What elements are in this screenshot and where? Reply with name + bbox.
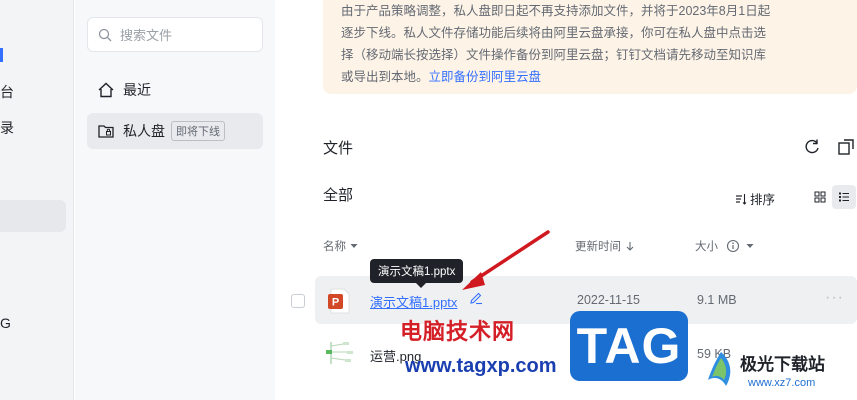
search-placeholder: 搜索文件 [120, 28, 173, 43]
search-icon [98, 28, 112, 41]
folder-lock-icon [98, 125, 114, 138]
column-header-name-label: 名称 [323, 241, 346, 253]
sidebar-item-label: 私人盘 [123, 123, 165, 139]
section-title: 文件 [323, 140, 354, 157]
sidebar-item-label: 最近 [123, 82, 151, 98]
file-date: 2022-11-15 [577, 293, 641, 307]
notice-text-4: 或导出到本地。立即备份到阿里云盘 [341, 66, 841, 88]
sort-icon [736, 193, 747, 205]
notice-banner: 由于产品策略调整，私人盘即日起不再支持添加文件，并将于2023年8月1日起 逐步… [323, 0, 857, 94]
notice-text-4-prefix: 或导出到本地。 [341, 70, 429, 84]
caret-down-icon [746, 244, 754, 248]
main-content: 由于产品策略调整，私人盘即日起不再支持添加文件，并将于2023年8月1日起 逐步… [275, 0, 857, 400]
nav-fragment-1[interactable]: 台 [0, 82, 14, 102]
notice-text-2: 逐步下线。私人文件存储功能后续将由阿里云盘承接，你可在私人盘中点击选 [341, 26, 767, 40]
nav-indicator [0, 48, 3, 62]
grid-icon [814, 191, 826, 203]
nav-fragment-3[interactable]: G [0, 315, 11, 331]
notice-text-3: 择（移动端长按选择）文件操作备份到阿里云盘；钉钉文档请先移动至知识库 [341, 48, 767, 62]
left-nav-strip: 台 录 G [0, 0, 74, 400]
image-thumbnail-icon [326, 342, 353, 364]
column-header-size-label: 大小 [695, 241, 718, 253]
sidebar: 搜索文件 最近 私人盘 即将下线 [75, 0, 275, 400]
edit-icon[interactable] [469, 291, 483, 305]
grid-view-button[interactable] [808, 185, 832, 209]
column-header-name[interactable]: 名称 [323, 238, 358, 254]
sidebar-item-private-drive[interactable]: 私人盘 即将下线 [87, 113, 263, 149]
list-icon [839, 192, 849, 202]
watermark-tag-logo: TAG [570, 311, 688, 381]
powerpoint-file-icon: P [328, 288, 350, 314]
view-toggle [808, 185, 857, 209]
sort-button[interactable]: 排序 [735, 189, 775, 208]
aurora-logo-icon [708, 352, 731, 386]
list-view-button[interactable] [832, 185, 856, 209]
row-checkbox[interactable] [291, 294, 305, 308]
watermark-brand-url: www.xz7.com [748, 377, 816, 389]
notice-text-1: 由于产品策略调整，私人盘即日起不再支持添加文件，并将于2023年8月1日起 [341, 4, 771, 18]
refresh-icon[interactable] [802, 137, 822, 157]
svg-text:P: P [332, 297, 339, 309]
file-name-link[interactable]: 演示文稿1.pptx [370, 292, 457, 311]
watermark-brand: 极光下载站 [740, 355, 825, 374]
nav-fragment-2[interactable]: 录 [0, 118, 14, 138]
column-header-updated-label: 更新时间 [575, 241, 621, 253]
column-header-size[interactable]: 大小 [695, 238, 754, 254]
nav-selected-item[interactable] [0, 200, 66, 232]
column-header-updated[interactable]: 更新时间 [575, 238, 635, 254]
arrow-down-icon [626, 242, 634, 251]
caret-down-icon [350, 244, 358, 248]
external-link-icon[interactable] [836, 137, 856, 157]
folder-title: 全部 [323, 187, 354, 204]
watermark-url: www.tagxp.com [405, 355, 557, 377]
file-name-tooltip: 演示文稿1.pptx [370, 259, 464, 288]
backup-link[interactable]: 立即备份到阿里云盘 [429, 70, 542, 84]
sidebar-item-recent[interactable]: 最近 [87, 72, 263, 108]
status-badge: 即将下线 [171, 121, 225, 141]
more-icon[interactable]: ··· [825, 289, 844, 307]
home-icon [98, 82, 114, 98]
info-icon [726, 239, 740, 253]
search-input[interactable]: 搜索文件 [87, 17, 263, 52]
file-size: 9.1 MB [697, 293, 737, 307]
sort-label: 排序 [750, 193, 776, 207]
watermark-site-name: 电脑技术网 [400, 319, 516, 344]
